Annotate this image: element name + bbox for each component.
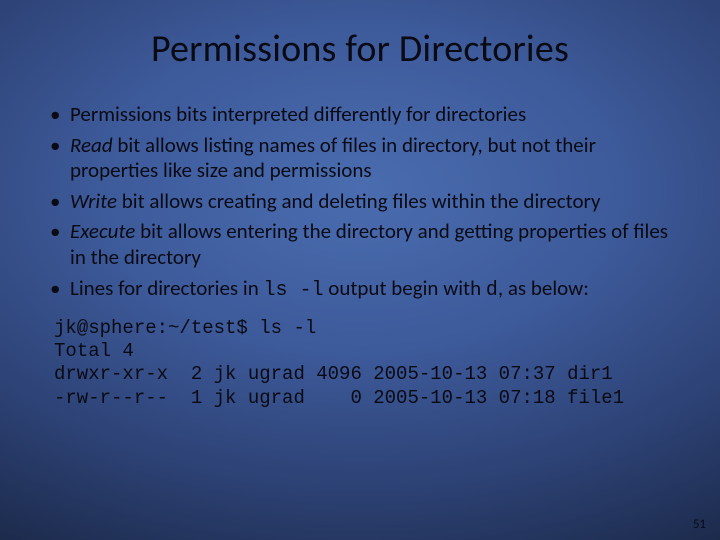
terminal-line: jk@sphere:~/test$ ls -l (54, 317, 678, 340)
bullet-item: Write bit allows creating and deleting f… (42, 189, 678, 215)
bullet-list: Permissions bits interpreted differently… (42, 102, 678, 303)
terminal-line: -rw-r--r-- 1 jk ugrad 0 2005-10-13 07:18… (54, 387, 678, 410)
terminal-output: jk@sphere:~/test$ ls -lTotal 4drwxr-xr-x… (42, 317, 678, 410)
bullet-code: d (486, 279, 498, 302)
bullet-item: Lines for directories in ls -l output be… (42, 276, 678, 303)
bullet-item: Permissions bits interpreted differently… (42, 102, 678, 128)
slide-body: Permissions bits interpreted differently… (0, 86, 720, 410)
slide-title: Permissions for Directories (0, 0, 720, 86)
bullet-text: bit allows creating and deleting files w… (117, 188, 601, 214)
page-number: 51 (693, 517, 706, 532)
bullet-text: Lines for directories in (70, 275, 263, 301)
bullet-em: Write (70, 188, 117, 214)
terminal-line: drwxr-xr-x 2 jk ugrad 4096 2005-10-13 07… (54, 363, 678, 386)
bullet-em: Execute (70, 218, 135, 244)
slide: Permissions for Directories Permissions … (0, 0, 720, 540)
bullet-code: ls -l (263, 279, 323, 302)
bullet-text: Permissions bits interpreted differently… (70, 101, 526, 127)
bullet-item: Read bit allows listing names of files i… (42, 133, 678, 184)
bullet-item: Execute bit allows entering the director… (42, 219, 678, 270)
bullet-text: bit allows entering the directory and ge… (70, 218, 668, 270)
bullet-text: output begin with (324, 275, 486, 301)
bullet-text: bit allows listing names of files in dir… (70, 132, 596, 184)
terminal-line: Total 4 (54, 340, 678, 363)
bullet-text: , as below: (498, 275, 589, 301)
bullet-em: Read (70, 132, 113, 158)
